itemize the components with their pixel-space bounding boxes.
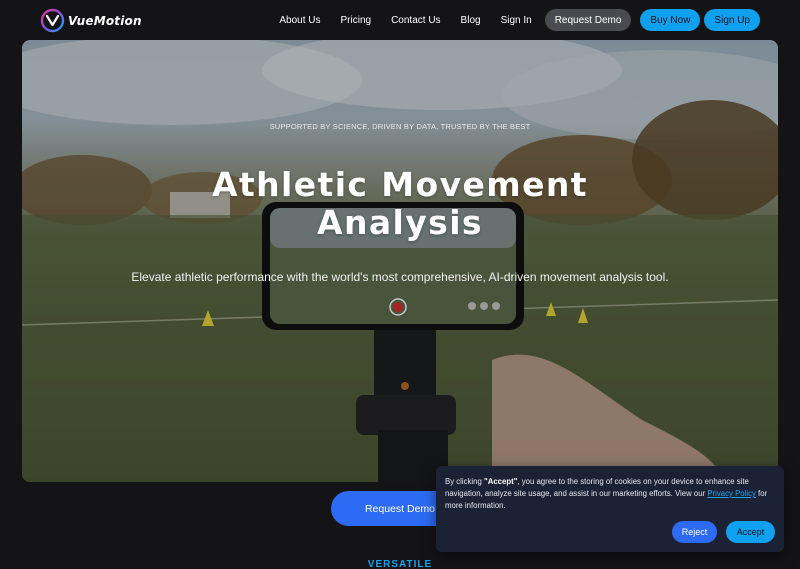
nav-link-pricing[interactable]: Pricing xyxy=(341,15,372,26)
hero-title: Athletic Movement Analysis xyxy=(212,165,588,242)
hero-banner: SUPPORTED BY SCIENCE, DRIVEN BY DATA, TR… xyxy=(22,40,778,482)
cookie-message: By clicking "Accept", you agree to the s… xyxy=(445,476,775,512)
logo-text: VueMotion xyxy=(68,13,142,28)
hero-subtitle: Elevate athletic performance with the wo… xyxy=(131,270,669,284)
hero-overlay xyxy=(22,40,778,482)
privacy-policy-link[interactable]: Privacy Policy xyxy=(707,489,756,498)
nav-link-blog[interactable]: Blog xyxy=(461,15,481,26)
section-label-versatile: VERSATILE xyxy=(367,559,433,569)
hero-tagline: SUPPORTED BY SCIENCE, DRIVEN BY DATA, TR… xyxy=(269,122,531,131)
buy-now-button[interactable]: Buy Now xyxy=(640,9,701,31)
request-demo-button[interactable]: Request Demo xyxy=(544,9,632,31)
cookie-text-bold: "Accept" xyxy=(484,477,518,486)
cookie-banner: By clicking "Accept", you agree to the s… xyxy=(436,466,784,552)
cookie-text-before: By clicking xyxy=(445,477,484,486)
nav-links: About Us Pricing Contact Us Blog Sign In… xyxy=(279,9,760,31)
nav-link-about-us[interactable]: About Us xyxy=(279,15,320,26)
top-nav: VueMotion About Us Pricing Contact Us Bl… xyxy=(0,0,800,40)
logo[interactable]: VueMotion xyxy=(40,8,142,33)
vuemotion-logo-icon xyxy=(40,8,65,33)
nav-link-contact-us[interactable]: Contact Us xyxy=(391,15,440,26)
accept-cookies-button[interactable]: Accept xyxy=(726,521,775,543)
nav-link-sign-in[interactable]: Sign In xyxy=(501,15,532,26)
sign-up-button[interactable]: Sign Up xyxy=(704,9,760,31)
reject-cookies-button[interactable]: Reject xyxy=(672,521,717,543)
